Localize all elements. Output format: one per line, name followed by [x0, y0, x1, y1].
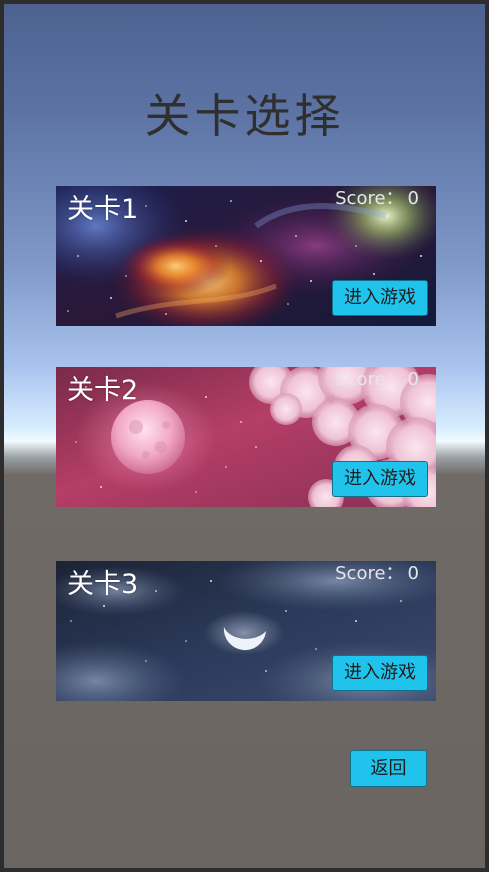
- level-1-name: 关卡1: [67, 194, 139, 225]
- level-3-name: 关卡3: [67, 569, 139, 600]
- level-3-score-label: Score：: [335, 563, 404, 584]
- page-title: 关卡选择: [144, 89, 345, 143]
- level-1-score-label: Score：: [335, 188, 404, 209]
- level-3-score: Score： 0: [335, 561, 419, 587]
- level-card-2: 关卡2 Score： 0 进入游戏: [56, 367, 436, 507]
- level-1-enter-button[interactable]: 进入游戏: [332, 280, 428, 316]
- level-2-score-label: Score：: [335, 369, 404, 390]
- level-2-score: Score： 0: [335, 367, 419, 393]
- level-card-1: 关卡1 Score： 0 进入游戏: [56, 186, 436, 326]
- level-3-enter-button[interactable]: 进入游戏: [332, 655, 428, 691]
- back-button[interactable]: 返回: [350, 750, 427, 787]
- level-2-name: 关卡2: [67, 375, 139, 406]
- level-card-3: 关卡3 Score： 0 进入游戏: [56, 561, 436, 701]
- level-1-score: Score： 0: [335, 186, 419, 212]
- game-screen: 关卡选择 关卡1 Score： 0 进入游戏 关卡2 Score： 0 进入游戏…: [0, 0, 489, 872]
- level-1-score-value: 0: [407, 188, 419, 209]
- level-2-enter-button[interactable]: 进入游戏: [332, 461, 428, 497]
- level-3-score-value: 0: [407, 563, 419, 584]
- level-2-score-value: 0: [407, 369, 419, 390]
